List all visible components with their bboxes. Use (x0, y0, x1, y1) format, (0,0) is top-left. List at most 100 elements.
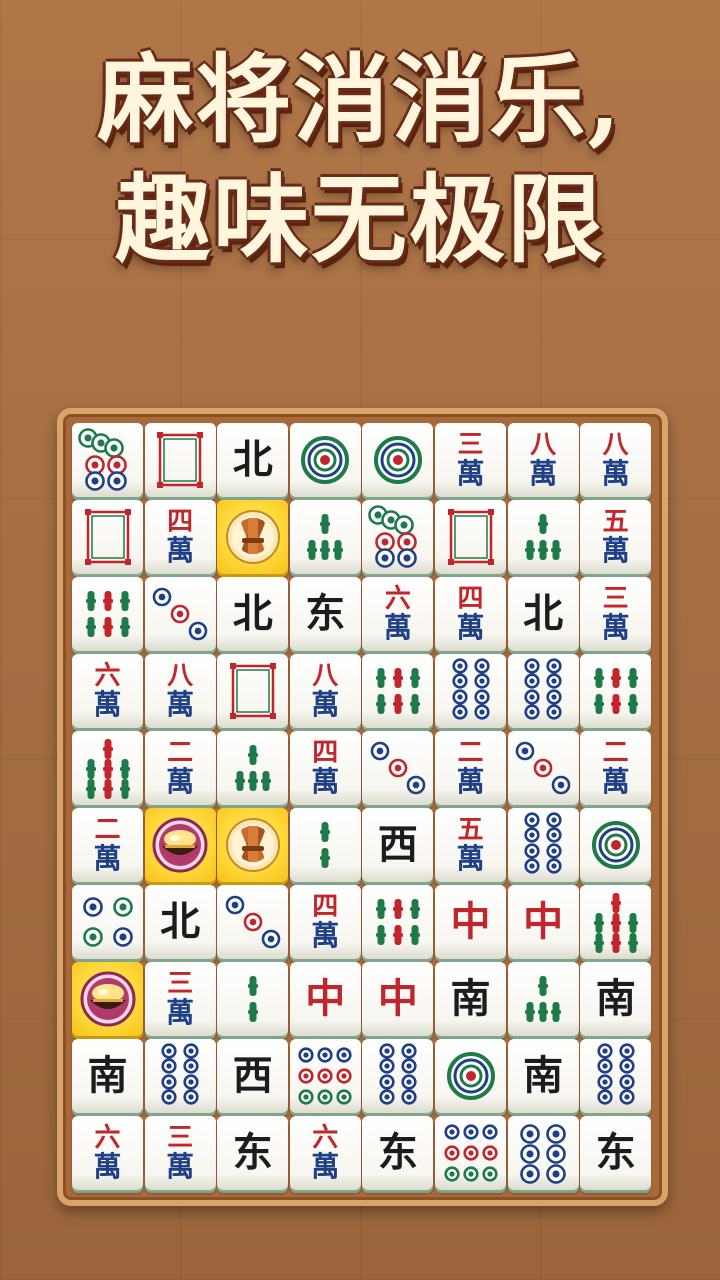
tile-dots-8[interactable] (507, 808, 579, 882)
tile-bamboo-6[interactable] (362, 885, 434, 959)
tile-honor[interactable]: 南 (507, 1039, 579, 1113)
tile-characters[interactable]: 三萬 (144, 962, 216, 1036)
tile-dots-3[interactable] (144, 577, 216, 651)
tile-white-dragon[interactable] (144, 423, 216, 497)
tile-bamboo-9[interactable] (580, 885, 652, 959)
tile-dots-8[interactable] (507, 654, 579, 728)
tile-number-label: 三 (457, 430, 484, 460)
tile-characters[interactable]: 三萬 (144, 1116, 216, 1190)
tile-wan-label: 萬 (456, 611, 485, 644)
tile-dots-8[interactable] (435, 654, 506, 728)
tile-white-dragon[interactable] (435, 500, 506, 574)
tile-honor[interactable]: 南 (580, 962, 652, 1036)
tile-characters[interactable]: 三萬 (580, 577, 652, 651)
tile-bamboo-2[interactable] (289, 808, 361, 882)
dots-1-icon (301, 436, 350, 484)
tile-wan-label: 萬 (93, 842, 122, 875)
tile-white-dragon[interactable] (217, 654, 289, 728)
tile-characters[interactable]: 八萬 (144, 654, 216, 728)
tile-wan-label: 萬 (166, 765, 195, 798)
tile-dots-1[interactable] (580, 808, 652, 882)
tile-number-label: 三 (167, 1123, 194, 1153)
tile-bamboo-5[interactable] (507, 500, 579, 574)
tile-bamboo-6[interactable] (72, 577, 143, 651)
tile-honor[interactable]: 中 (289, 962, 361, 1036)
dots-7-icon (368, 505, 417, 568)
tile-honor[interactable]: 北 (217, 423, 289, 497)
tile-dots-1[interactable] (289, 423, 361, 497)
tile-dots-7[interactable] (362, 500, 434, 574)
tile-wan-label: 萬 (166, 996, 195, 1029)
tile-honor[interactable]: 南 (72, 1039, 143, 1113)
tile-bamboo-6[interactable] (362, 654, 434, 728)
tile-flower-bamboo-bundle[interactable] (217, 500, 289, 574)
tile-characters[interactable]: 六萬 (362, 577, 434, 651)
tile-honor[interactable]: 东 (362, 1116, 434, 1190)
tile-bamboo-9[interactable] (72, 731, 143, 805)
tile-characters[interactable]: 四萬 (289, 885, 361, 959)
tile-honor[interactable]: 南 (435, 962, 506, 1036)
dots-3-icon (370, 741, 426, 795)
tile-honor[interactable]: 中 (435, 885, 506, 959)
tile-honor[interactable]: 东 (289, 577, 361, 651)
tile-bamboo-5[interactable] (507, 962, 579, 1036)
tile-dots-3[interactable] (507, 731, 579, 805)
tile-characters[interactable]: 二萬 (72, 808, 143, 882)
tile-number-label: 六 (94, 1123, 121, 1153)
tile-honor[interactable]: 西 (362, 808, 434, 882)
tile-characters[interactable]: 八萬 (507, 423, 579, 497)
tile-honor[interactable]: 东 (217, 1116, 289, 1190)
tile-honor[interactable]: 北 (507, 577, 579, 651)
tile-number-label: 二 (167, 738, 194, 768)
tile-flower-gold-pot[interactable] (144, 808, 216, 882)
tile-dots-1[interactable] (435, 1039, 506, 1113)
tile-dots-4[interactable] (72, 885, 143, 959)
tile-dots-9[interactable] (289, 1039, 361, 1113)
tile-bamboo-5[interactable] (217, 731, 289, 805)
tile-dots-8[interactable] (580, 1039, 652, 1113)
tile-dots-3[interactable] (362, 731, 434, 805)
tile-characters[interactable]: 六萬 (72, 1116, 143, 1190)
tile-white-dragon[interactable] (72, 500, 143, 574)
tile-characters[interactable]: 五萬 (435, 808, 506, 882)
tile-characters[interactable]: 八萬 (580, 423, 652, 497)
bamboo-9-icon (85, 739, 130, 799)
tile-dots-8[interactable] (362, 1039, 434, 1113)
tile-honor[interactable]: 北 (144, 885, 216, 959)
tile-characters[interactable]: 二萬 (435, 731, 506, 805)
tile-honor[interactable]: 中 (362, 962, 434, 1036)
tile-characters[interactable]: 二萬 (144, 731, 216, 805)
dots-1-icon (373, 436, 422, 484)
tile-dots-9[interactable] (435, 1116, 506, 1190)
tile-dots-6[interactable] (507, 1116, 579, 1190)
tile-honor[interactable]: 北 (217, 577, 289, 651)
dots-9-icon (443, 1124, 498, 1182)
tile-dots-8[interactable] (144, 1039, 216, 1113)
tile-dots-3[interactable] (217, 885, 289, 959)
bamboo-9-icon (593, 893, 638, 953)
tile-characters[interactable]: 四萬 (435, 577, 506, 651)
tile-honor-label: 南 (87, 1053, 128, 1099)
tile-number-label: 六 (312, 1123, 339, 1153)
tile-bamboo-6[interactable] (580, 654, 652, 728)
tile-characters[interactable]: 六萬 (289, 1116, 361, 1190)
tile-characters[interactable]: 四萬 (289, 731, 361, 805)
tile-dots-1[interactable] (362, 423, 434, 497)
game-title: 麻将消消乐, 趣味无极限 (0, 40, 720, 280)
tile-characters[interactable]: 五萬 (580, 500, 652, 574)
tile-characters[interactable]: 三萬 (435, 423, 506, 497)
tile-bamboo-2[interactable] (217, 962, 289, 1036)
tile-characters[interactable]: 四萬 (144, 500, 216, 574)
tile-characters[interactable]: 二萬 (580, 731, 652, 805)
tile-honor[interactable]: 中 (507, 885, 579, 959)
tile-wan-label: 萬 (383, 611, 412, 644)
tile-bamboo-5[interactable] (289, 500, 361, 574)
dots-8-icon (597, 1043, 635, 1105)
tile-flower-gold-pot[interactable] (72, 962, 143, 1036)
tile-dots-7[interactable] (72, 423, 143, 497)
tile-characters[interactable]: 六萬 (72, 654, 143, 728)
tile-flower-bamboo-bundle[interactable] (217, 808, 289, 882)
tile-honor[interactable]: 东 (580, 1116, 652, 1190)
tile-honor[interactable]: 西 (217, 1039, 289, 1113)
tile-characters[interactable]: 八萬 (289, 654, 361, 728)
